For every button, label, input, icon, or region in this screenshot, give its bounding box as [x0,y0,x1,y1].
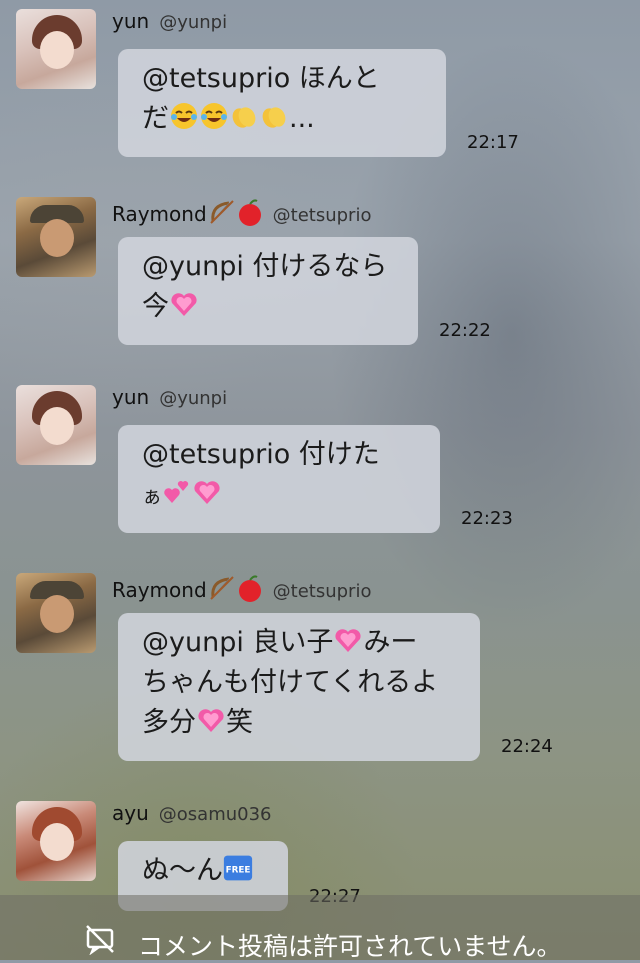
user-name-row: ayu @osamu036 [112,801,272,825]
comment-bubble: @yunpi 良い子 みー ちゃんも付けてくれるよ 多分笑 [118,613,480,761]
bow-and-arrow-icon [207,573,235,601]
avatar[interactable] [16,9,96,89]
tears-of-joy-icon [199,101,229,131]
avatar[interactable] [16,197,96,277]
user-name: Raymond [112,578,207,602]
comment-bubble: @tetsuprio 付けた ぁ [118,425,440,533]
user-name-row: yun @yunpi [112,385,227,409]
comment-text: ちゃんも付けてくれるよ [142,667,439,698]
clapping-hands-icon [229,101,259,131]
growing-heart-icon [192,477,222,507]
user-handle: @yunpi [159,12,228,33]
user-name-row: Raymond @tetsuprio [112,197,371,226]
user-handle: @yunpi [159,388,228,409]
comment-disabled-bar: コメント投稿は許可されていません。 [0,895,640,961]
two-hearts-icon [162,477,192,507]
comment-time: 22:17 [467,132,519,153]
comment-text: ぬ〜ん FREE [142,851,264,891]
svg-text:FREE: FREE [226,865,251,875]
avatar[interactable] [16,573,96,653]
comment-text: 多分笑 [142,705,253,738]
comment-text: @tetsuprio 付けた [142,439,380,470]
comment-time: 22:23 [461,508,513,529]
user-name: ayu [112,801,149,825]
comment-text: @yunpi 付けるなら [142,251,388,282]
comment-text: だ... [142,101,315,134]
comment-disabled-icon [84,923,116,956]
comment-bubble: @tetsuprio ほんと だ... [118,49,446,157]
comment-text: @yunpi 良い子 みー [142,625,418,658]
user-handle: @tetsuprio [272,581,372,602]
comment-text: 今 [142,287,394,327]
red-apple-icon [235,197,263,226]
growing-heart-icon [333,625,363,655]
avatar[interactable] [16,385,96,465]
user-name-row: yun @yunpi [112,9,227,33]
comment-text: ぁ [142,475,416,516]
comment-text: @tetsuprio ほんと [142,63,380,94]
comment-disabled-text: コメント投稿は許可されていません。 [138,932,562,961]
user-handle: @osamu036 [158,804,272,825]
user-handle: @tetsuprio [272,205,372,226]
tears-of-joy-icon [169,101,199,131]
avatar[interactable] [16,801,96,881]
bow-and-arrow-icon [207,197,235,225]
user-name: Raymond [112,202,207,226]
free-button-icon: FREE [223,853,257,883]
user-name: yun [112,9,150,33]
user-name: yun [112,385,150,409]
user-name-row: Raymond @tetsuprio [112,573,371,602]
clapping-hands-icon [259,101,289,131]
growing-heart-icon [196,705,226,735]
comment-time: 22:22 [439,320,491,341]
comment-time: 22:24 [501,736,553,757]
comment-bubble: @yunpi 付けるなら 今 [118,237,418,345]
red-apple-icon [235,573,263,602]
growing-heart-icon [169,289,199,319]
